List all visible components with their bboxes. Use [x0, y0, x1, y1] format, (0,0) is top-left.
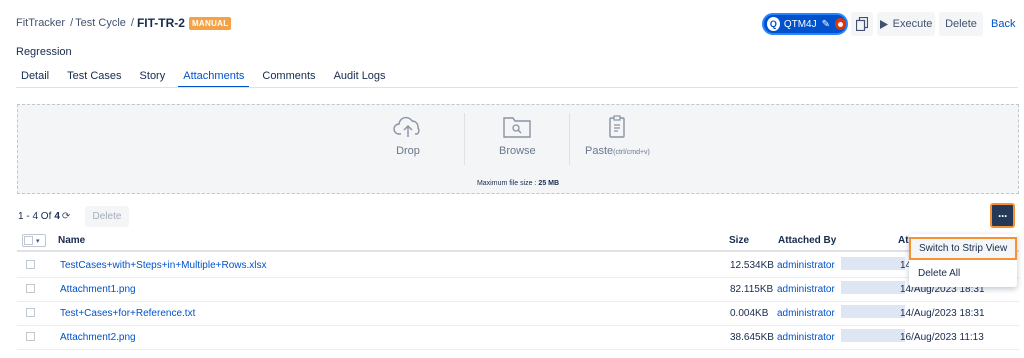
max-file-size-note: Maximum file size : 25 MB	[18, 180, 1018, 187]
switch-to-strip-view-option[interactable]: Switch to Strip View	[909, 237, 1017, 260]
qtm4j-label: QTM4J	[783, 18, 817, 30]
breadcrumb-separator: /	[130, 17, 134, 29]
paste-hint: (ctrl/cmd+v)	[613, 149, 650, 156]
manual-badge: MANUAL	[188, 16, 232, 30]
attached-date: 14/Aug/2023 18:31	[900, 308, 985, 319]
tab-detail[interactable]: Detail	[16, 70, 54, 88]
redacted-field	[841, 329, 905, 342]
table-header: ▾ Name Size Attached By At	[17, 232, 1019, 252]
select-all-checkbox[interactable]: ▾	[22, 234, 46, 247]
folder-search-icon	[503, 117, 532, 138]
row-checkbox[interactable]	[26, 332, 35, 341]
chevron-down-icon[interactable]: ▾	[36, 237, 40, 245]
attachment-dropzone[interactable]: Drop Browse Paste(ctrl/cmd+v) Maximum fi…	[17, 104, 1019, 194]
divider	[464, 113, 465, 165]
back-link[interactable]: Back	[991, 18, 1015, 30]
attached-by-link[interactable]: administrator	[777, 260, 835, 271]
row-checkbox[interactable]	[26, 260, 35, 269]
execute-button[interactable]: Execute	[877, 12, 935, 36]
row-checkbox[interactable]	[26, 308, 35, 317]
max-size-value: 25 MB	[538, 180, 560, 187]
breadcrumb-project[interactable]: FitTracker	[16, 17, 65, 29]
tab-bar: Detail Test Cases Story Attachments Comm…	[16, 70, 399, 88]
divider	[569, 113, 570, 165]
delete-selected-button[interactable]: Delete	[85, 206, 129, 227]
table-row: TestCases+with+Steps+in+Multiple+Rows.xl…	[17, 254, 1019, 278]
page-title: Regression	[16, 46, 72, 58]
column-attached-by[interactable]: Attached By	[778, 235, 836, 246]
file-size: 0.004KB	[730, 308, 769, 319]
copy-icon	[856, 17, 868, 31]
file-name-link[interactable]: TestCases+with+Steps+in+Multiple+Rows.xl…	[60, 260, 266, 271]
redacted-field	[841, 257, 905, 270]
attached-by-link[interactable]: administrator	[777, 308, 835, 319]
column-size[interactable]: Size	[729, 235, 749, 246]
paste-label: Paste(ctrl/cmd+v)	[585, 145, 650, 157]
clipboard-icon	[609, 115, 626, 138]
file-size: 38.645KB	[730, 332, 774, 343]
more-options-menu: Switch to Strip View Delete All	[909, 234, 1017, 287]
tab-divider	[16, 87, 1018, 88]
pencil-icon[interactable]: ✎	[822, 19, 830, 30]
table-row: Attachment1.png 82.115KB administrator 1…	[17, 278, 1019, 302]
paste-option[interactable]: Paste(ctrl/cmd+v)	[585, 115, 650, 157]
breadcrumb-separator: /	[70, 17, 74, 29]
total-count: 4	[54, 211, 60, 222]
column-name[interactable]: Name	[58, 235, 85, 246]
cloud-upload-icon	[393, 116, 420, 137]
pagination-count: 1 - 4 Of 4 ⟳	[18, 211, 70, 222]
attached-by-link[interactable]: administrator	[777, 284, 835, 295]
copy-button[interactable]	[851, 12, 873, 36]
tab-test-cases[interactable]: Test Cases	[62, 70, 126, 88]
column-attached-on[interactable]: At	[898, 235, 909, 246]
attached-date: 16/Aug/2023 11:13	[900, 332, 984, 343]
drop-label: Drop	[396, 145, 420, 157]
redacted-field	[841, 281, 905, 294]
row-checkbox[interactable]	[26, 284, 35, 293]
delete-button[interactable]: Delete	[939, 12, 983, 36]
browse-option[interactable]: Browse	[499, 115, 536, 157]
record-icon[interactable]	[835, 18, 846, 30]
max-size-prefix: Maximum file size :	[476, 180, 537, 187]
tab-story[interactable]: Story	[135, 70, 171, 88]
attached-by-link[interactable]: administrator	[777, 332, 835, 343]
tab-audit-logs[interactable]: Audit Logs	[329, 70, 391, 88]
redacted-field	[841, 305, 905, 318]
file-size: 82.115KB	[730, 284, 774, 295]
breadcrumb: FitTracker / Test Cycle / FIT-TR-2 MANUA…	[16, 16, 232, 30]
paste-text: Paste	[585, 145, 614, 157]
qtm4j-logo-icon: Q	[767, 17, 780, 31]
range-label: 1 - 4 Of	[18, 211, 52, 222]
play-icon	[879, 19, 888, 29]
breadcrumb-current-key: FIT-TR-2	[136, 16, 185, 30]
file-name-link[interactable]: Test+Cases+for+Reference.txt	[60, 308, 195, 319]
drop-option[interactable]: Drop	[393, 115, 423, 157]
more-options-button[interactable]: ···	[990, 203, 1015, 228]
file-name-link[interactable]: Attachment1.png	[60, 284, 136, 295]
refresh-icon[interactable]: ⟳	[62, 211, 70, 222]
table-row: Attachment2.png 38.645KB administrator 1…	[17, 326, 1019, 350]
tab-attachments[interactable]: Attachments	[178, 70, 250, 88]
execute-label: Execute	[892, 18, 933, 30]
delete-all-option[interactable]: Delete All	[909, 263, 1017, 283]
browse-label: Browse	[499, 145, 536, 157]
file-size: 12.534KB	[730, 260, 774, 271]
file-name-link[interactable]: Attachment2.png	[60, 332, 136, 343]
table-row: Test+Cases+for+Reference.txt 0.004KB adm…	[17, 302, 1019, 326]
qtm4j-status-button[interactable]: Q QTM4J ✎	[762, 13, 848, 35]
breadcrumb-test-cycle[interactable]: Test Cycle	[75, 17, 126, 29]
tab-comments[interactable]: Comments	[257, 70, 320, 88]
